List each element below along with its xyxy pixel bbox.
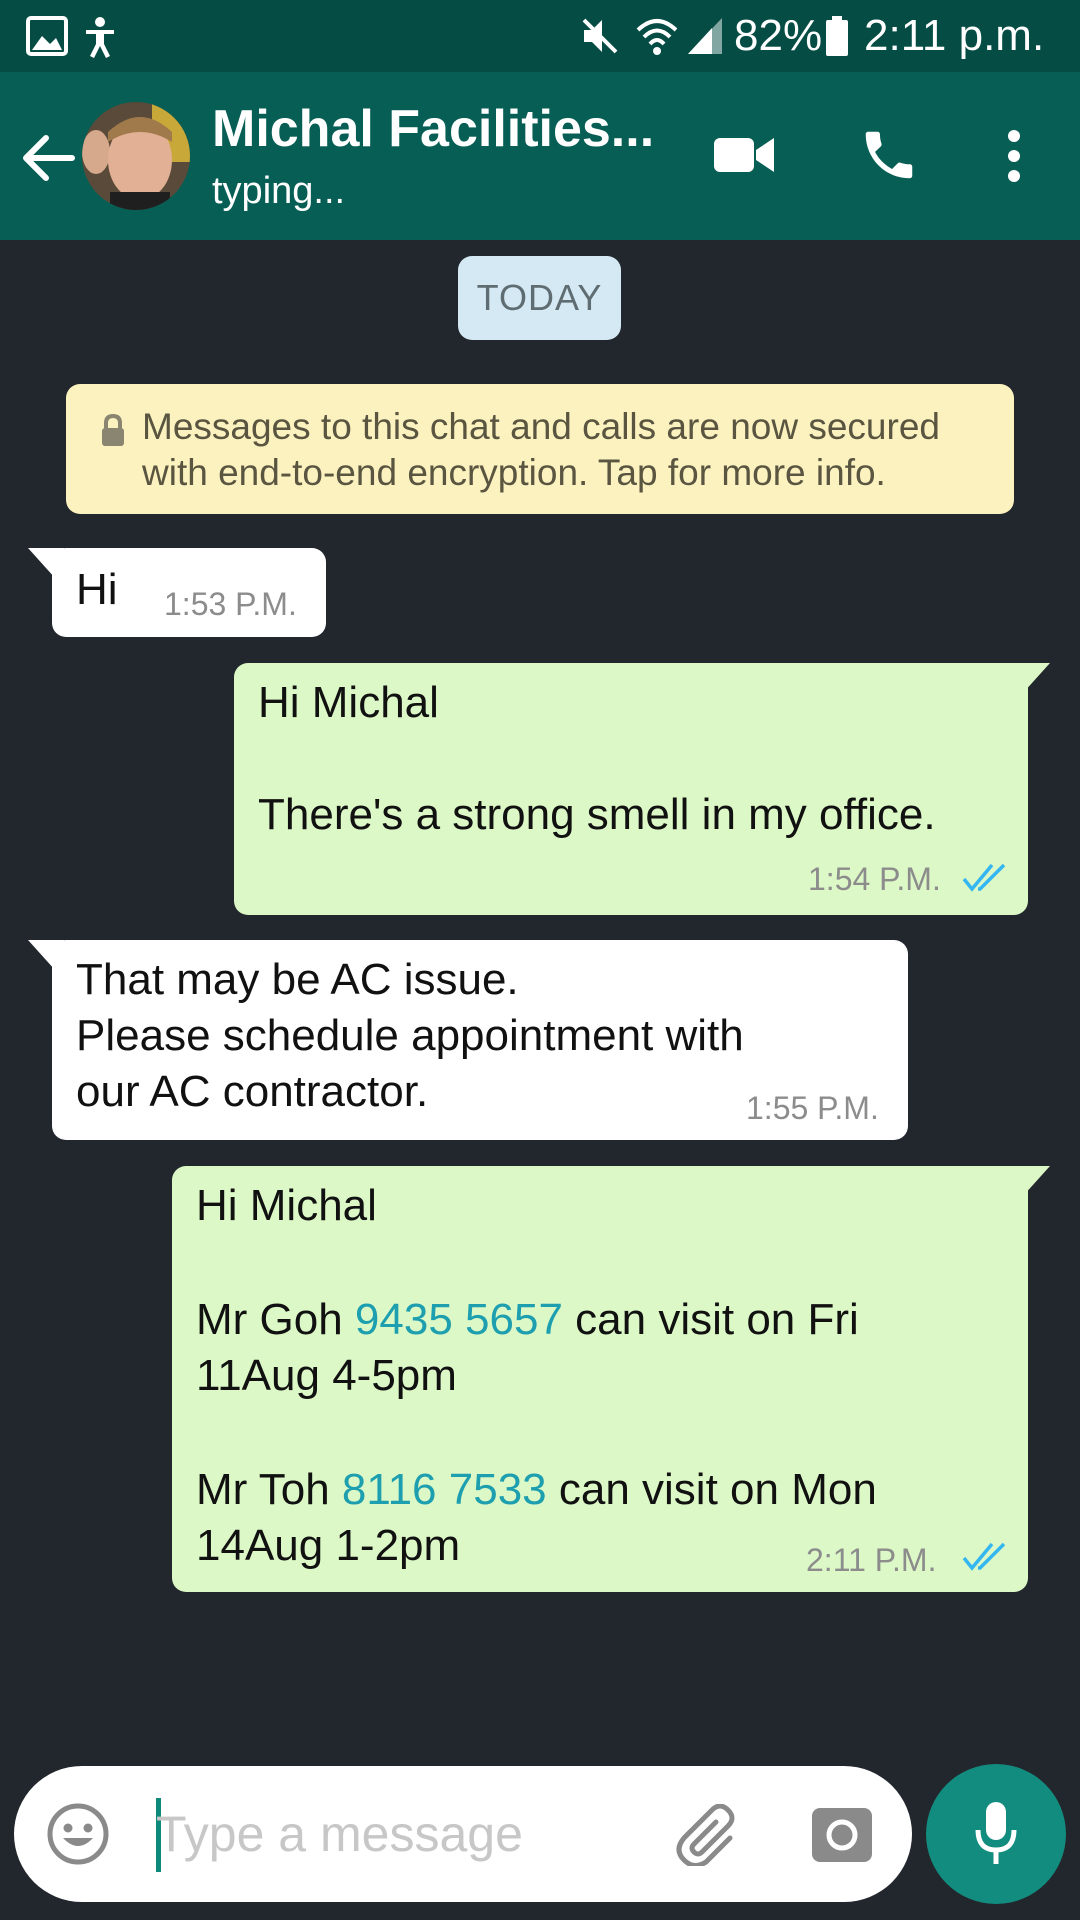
encryption-notice-text: Messages to this chat and calls are now … [142, 406, 940, 493]
message-input-box[interactable]: Type a message [14, 1766, 912, 1902]
message-text: Hi Michal There's a strong smell in my o… [258, 678, 936, 839]
message-text: That may be AC issue. Please schedule ap… [76, 955, 744, 1116]
date-chip: TODAY [458, 256, 621, 340]
phone-link[interactable]: 9435 5657 [355, 1295, 563, 1344]
outgoing-message[interactable]: Hi Michal Mr Goh 9435 5657 can visit on … [172, 1166, 1028, 1592]
voice-call-icon[interactable] [858, 124, 920, 186]
message-text-part: 11Aug 4-5pm [196, 1351, 457, 1400]
attach-icon[interactable] [674, 1804, 740, 1866]
message-text-part: Mr Toh [196, 1465, 342, 1514]
message-text: Hi [76, 565, 118, 614]
video-call-icon[interactable] [712, 130, 776, 180]
message-text-part: Mr Goh [196, 1295, 355, 1344]
encryption-notice[interactable]: Messages to this chat and calls are now … [66, 384, 1014, 514]
message-input[interactable]: Type a message [156, 1806, 523, 1862]
message-text-part: can visit on Fri [562, 1295, 859, 1344]
message-greeting: Hi Michal [196, 1181, 377, 1230]
wifi-icon [636, 19, 678, 55]
emoji-icon[interactable] [46, 1802, 110, 1866]
outgoing-message[interactable]: Hi Michal There's a strong smell in my o… [234, 663, 1028, 915]
lock-icon [102, 414, 124, 446]
contact-name[interactable]: Michal Facilities... [212, 98, 654, 160]
avatar[interactable] [82, 102, 190, 210]
voice-message-button[interactable] [926, 1764, 1066, 1904]
accessibility-icon [86, 17, 114, 58]
back-arrow-icon[interactable] [20, 130, 76, 186]
contact-status: typing... [212, 170, 346, 212]
double-check-icon [962, 1542, 1006, 1571]
gallery-icon [26, 16, 68, 56]
message-time: 1:54 P.M. [808, 861, 941, 897]
double-check-icon [962, 863, 1006, 892]
incoming-message[interactable]: That may be AC issue. Please schedule ap… [52, 940, 908, 1140]
phone-link[interactable]: 8116 7533 [342, 1465, 547, 1514]
camera-icon[interactable] [810, 1806, 874, 1864]
more-options-icon[interactable] [1004, 130, 1024, 182]
message-time: 2:11 P.M. [806, 1542, 937, 1578]
incoming-message[interactable]: Hi 1:53 P.M. [52, 548, 326, 637]
mute-icon [582, 18, 618, 54]
battery-icon [826, 16, 848, 56]
battery-percent: 82% [734, 11, 823, 60]
message-time: 1:55 P.M. [746, 1090, 879, 1126]
signal-icon [688, 18, 722, 54]
mic-icon [975, 1802, 1017, 1864]
message-time: 1:53 P.M. [164, 586, 297, 622]
message-line: Mr Toh 8116 7533 can visit on Mon [196, 1462, 877, 1518]
message-text-part: 14Aug 1-2pm [196, 1521, 461, 1570]
message-line: Mr Goh 9435 5657 can visit on Fri [196, 1292, 859, 1348]
message-text-part: can visit on Mon [546, 1465, 877, 1514]
status-bar: 82% 2:11 p.m. [0, 0, 1080, 72]
clock: 2:11 p.m. [864, 11, 1045, 60]
